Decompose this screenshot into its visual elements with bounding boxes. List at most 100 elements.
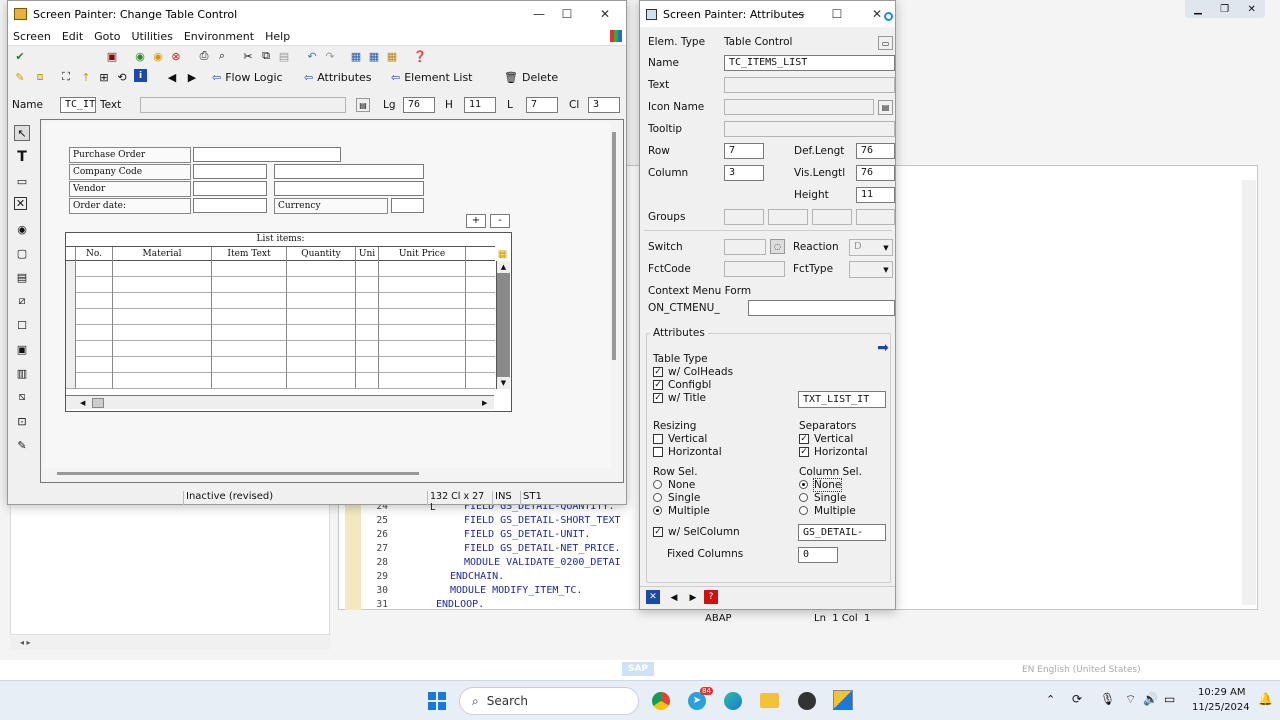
undo-icon[interactable]: ↶ <box>304 48 320 64</box>
custom-control-tool-icon[interactable]: ⊡ <box>14 413 30 429</box>
table-wizard-icon[interactable]: ⧅ <box>14 389 30 405</box>
row-sel-single-radio[interactable] <box>653 493 662 502</box>
tabstrip-wizard-icon[interactable]: ⧄ <box>14 293 30 309</box>
redo-icon[interactable]: ↷ <box>322 48 338 64</box>
wifi-icon[interactable]: ⌔ <box>1125 692 1136 707</box>
menu-help[interactable]: Help <box>265 30 290 43</box>
flow-logic-button[interactable]: ⇦ Flow Logic <box>212 68 283 86</box>
status-icon-tool-icon[interactable]: ✎ <box>14 437 30 453</box>
height-field[interactable]: 11 <box>856 187 895 203</box>
box-tool-icon[interactable]: ☐ <box>14 317 30 333</box>
where-used-icon[interactable]: ⟲ <box>114 69 130 85</box>
h-field[interactable]: 11 <box>464 97 496 113</box>
exit-icon[interactable]: ◉ <box>150 48 166 64</box>
reaction-dropdown-icon[interactable]: ▼ <box>878 240 894 256</box>
bg-close-icon[interactable]: ✕ <box>1247 4 1255 15</box>
menu-utilities[interactable]: Utilities <box>131 30 172 43</box>
sap-logon-icon[interactable] <box>833 690 853 710</box>
cut-icon[interactable]: ✂ <box>240 48 256 64</box>
menu-edit[interactable]: Edit <box>62 30 83 43</box>
print-icon[interactable]: ⎙ <box>196 48 212 64</box>
group-field-4[interactable] <box>856 209 895 225</box>
app-icon[interactable] <box>798 692 816 710</box>
minimize-icon[interactable]: — <box>530 5 548 23</box>
column-header-item-text[interactable]: Item Text <box>212 247 287 261</box>
cell-column-unit-price[interactable] <box>379 261 466 389</box>
windows-start-icon[interactable] <box>428 692 446 710</box>
colheads-checkbox[interactable]: ✓ <box>653 367 663 377</box>
help-icon[interactable]: ? <box>704 590 718 604</box>
layout-canvas[interactable]: Purchase Order Company Code Vendor Order… <box>40 119 624 483</box>
microphone-icon[interactable]: 🎙 <box>1100 692 1115 706</box>
code-line[interactable]: FIELD GS_DETAIL-UNIT. <box>464 529 590 540</box>
pointer-tool-icon[interactable]: ↖ <box>14 125 30 141</box>
cancel-icon[interactable]: ⊗ <box>168 48 184 64</box>
table-control[interactable]: List items: No. Material Item Text Quant… <box>65 232 512 412</box>
bg-minimize-icon[interactable]: ▁ <box>1194 4 1202 15</box>
pushbutton-tool-icon[interactable]: ▢ <box>14 245 30 261</box>
separator-horizontal-checkbox[interactable]: ✓ <box>799 447 809 457</box>
tray-chevron-icon[interactable]: ⌃ <box>1046 693 1055 706</box>
edit-pencil-icon[interactable]: ✎ <box>12 69 28 85</box>
elem-type-icon[interactable]: ▭ <box>878 36 893 50</box>
maximize-icon[interactable]: ☐ <box>558 5 576 23</box>
battery-icon[interactable]: ▭ <box>1164 692 1175 706</box>
help-icon[interactable]: ❓ <box>412 48 428 64</box>
copy-icon[interactable]: ⧉ <box>258 48 274 64</box>
text-field-tool-icon[interactable]: T <box>14 149 30 165</box>
display-icon[interactable]: ⊞ <box>96 69 112 85</box>
volume-icon[interactable]: 🔊 <box>1143 692 1158 706</box>
sync-icon[interactable]: ⟳ <box>1072 692 1082 706</box>
text-list-icon[interactable]: ▤ <box>356 98 370 112</box>
remove-row-button[interactable]: - <box>490 214 510 228</box>
scroll-right-icon[interactable]: ▶ <box>482 396 487 410</box>
tabstrip-tool-icon[interactable]: ▤ <box>14 269 30 285</box>
clock-date[interactable]: 11/25/2024 <box>1192 702 1250 713</box>
context-menu-field[interactable] <box>748 300 895 316</box>
find-icon[interactable]: ⌕ <box>214 48 230 64</box>
col-sel-none-radio[interactable] <box>799 480 808 489</box>
close-icon[interactable]: ✕ <box>596 5 614 23</box>
currency-field[interactable] <box>391 198 424 213</box>
cell-column-material[interactable] <box>113 261 212 389</box>
switch-lookup-icon[interactable]: ◌ <box>770 239 785 254</box>
vendor-field[interactable] <box>193 181 267 196</box>
cell-column-item-text[interactable] <box>212 261 287 389</box>
separator-vertical-checkbox[interactable]: ✓ <box>799 434 809 444</box>
editor-vscrollbar[interactable] <box>1242 180 1256 605</box>
selcolumn-checkbox[interactable]: ✓ <box>653 527 663 537</box>
text-field[interactable] <box>140 97 346 113</box>
switch-field[interactable] <box>724 239 766 255</box>
group-field-1[interactable] <box>724 209 764 225</box>
scroll-up-icon[interactable]: ▲ <box>497 261 510 273</box>
code-line[interactable]: MODULE MODIFY_ITEM_TC. <box>450 585 582 596</box>
checkbox-tool-icon[interactable]: ✕ <box>14 197 27 210</box>
l-field[interactable]: 7 <box>526 97 558 113</box>
column-field[interactable]: 3 <box>724 165 764 181</box>
layout-icon-3[interactable]: ▦ <box>384 48 400 64</box>
paste-icon[interactable]: ▤ <box>276 48 292 64</box>
purchase-order-field[interactable] <box>193 147 341 162</box>
next-icon[interactable]: ▶ <box>184 69 200 85</box>
previous-icon[interactable]: ◀ <box>666 590 682 606</box>
cell-column-unit[interactable] <box>356 261 379 389</box>
w-title-checkbox[interactable]: ✓ <box>653 393 663 403</box>
code-line[interactable]: ENDCHAIN. <box>450 571 504 582</box>
scroll-thumb[interactable] <box>92 398 104 408</box>
cell-column-quantity[interactable] <box>287 261 356 389</box>
hierarchy-icon[interactable]: ⛶ <box>58 69 74 85</box>
column-header-material[interactable]: Material <box>113 247 212 261</box>
enter-check-icon[interactable]: ✔ <box>12 48 28 64</box>
group-field-2[interactable] <box>768 209 808 225</box>
lg-field[interactable]: 76 <box>403 97 435 113</box>
title-field[interactable]: TXT_LIST_IT <box>798 391 886 408</box>
radio-button-tool-icon[interactable]: ◉ <box>14 221 30 237</box>
add-row-button[interactable]: + <box>466 214 486 228</box>
order-date-field[interactable] <box>193 198 267 213</box>
element-list-button[interactable]: ⇦ Element List <box>391 68 473 86</box>
cl-field[interactable]: 3 <box>588 97 620 113</box>
menu-environment[interactable]: Environment <box>184 30 254 43</box>
column-header-unit[interactable]: Uni <box>356 247 379 261</box>
minimize-icon[interactable]: — <box>790 5 808 23</box>
configbl-checkbox[interactable]: ✓ <box>653 380 663 390</box>
